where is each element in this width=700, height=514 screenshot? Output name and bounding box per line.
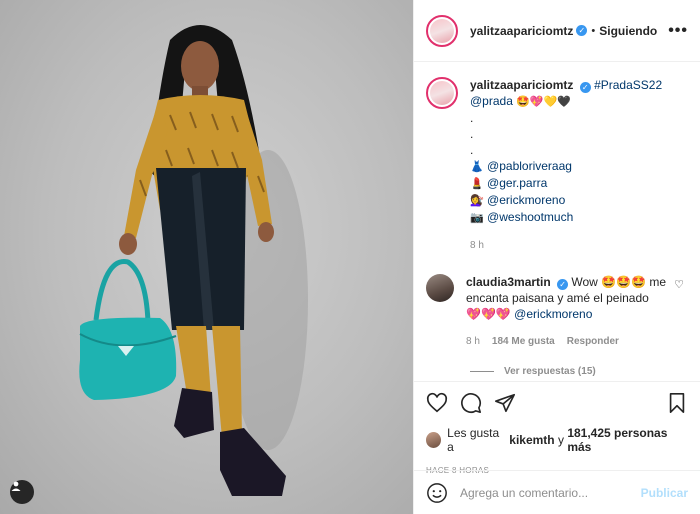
liker-avatar <box>426 432 442 448</box>
post-side-panel: yalitzaapariciomtz ✓ • Siguiendo ••• yal… <box>413 0 700 514</box>
liker-username[interactable]: kikemth <box>509 433 554 447</box>
caption-hashtag[interactable]: #PradaSS22 <box>594 78 662 92</box>
comment-likes[interactable]: 184 Me gusta <box>492 334 555 350</box>
haircut-icon: 💇‍♀️ <box>470 195 484 207</box>
post-image-illustration <box>79 25 308 496</box>
comment-text-a: Wow 🤩🤩🤩 <box>571 275 646 289</box>
credit-mention[interactable]: @pabloriveraag <box>487 159 572 173</box>
credit-mention[interactable]: @ger.parra <box>487 176 547 190</box>
commenter-username[interactable]: claudia3martin <box>466 275 551 289</box>
credit-row: 💄 @ger.parra <box>470 175 662 192</box>
post-header: yalitzaapariciomtz ✓ • Siguiendo ••• <box>414 0 700 62</box>
replies-divider <box>470 371 494 372</box>
post-caption: yalitzaapariciomtz ✓ #PradaSS22 @prada 🤩… <box>426 77 688 254</box>
comment-icon[interactable] <box>460 392 482 414</box>
likes-count[interactable]: 181,425 personas más <box>567 426 688 454</box>
person-icon <box>11 481 21 491</box>
likes-prefix: Les gusta a <box>447 426 500 454</box>
comment-timestamp[interactable]: 8 h <box>466 334 480 350</box>
following-button[interactable]: Siguiendo <box>599 24 657 38</box>
camera-icon: 📷 <box>470 212 484 224</box>
verified-badge-icon: ✓ <box>576 25 588 36</box>
credit-mention[interactable]: @weshootmuch <box>487 210 573 224</box>
comment-input[interactable] <box>460 485 641 500</box>
caption-dot-2: . <box>470 127 474 141</box>
caption-emojis: 🤩💖💛🖤 <box>516 96 572 108</box>
tagged-users-button[interactable] <box>10 480 34 504</box>
caption-dot-3: . <box>470 143 474 157</box>
view-replies-button[interactable]: Ver respuestas (15) <box>470 366 688 377</box>
reply-button[interactable]: Responder <box>567 334 619 350</box>
emoji-icon[interactable] <box>426 482 448 504</box>
credit-row: 💇‍♀️ @erickmoreno <box>470 192 662 209</box>
comment-item: claudia3martin ✓ Wow 🤩🤩🤩 me encanta pais… <box>426 274 688 350</box>
dress-icon: 👗 <box>470 161 484 173</box>
author-username[interactable]: yalitzaapariciomtz <box>470 24 573 38</box>
view-replies-label: Ver respuestas (15) <box>504 366 596 377</box>
verified-badge-icon: ✓ <box>557 279 569 290</box>
likes-middle: y <box>557 433 564 447</box>
likes-summary[interactable]: Les gusta a kikemth y 181,425 personas m… <box>426 426 688 454</box>
credit-mention[interactable]: @erickmoreno <box>487 193 565 207</box>
publish-button[interactable]: Publicar <box>641 486 688 500</box>
comment-meta: 8 h 184 Me gusta Responder <box>466 334 666 350</box>
credit-row: 📷 @weshootmuch <box>470 209 662 226</box>
separator-dot: • <box>591 24 596 37</box>
add-comment-bar: Publicar <box>414 470 700 514</box>
post-photo[interactable] <box>0 0 413 514</box>
action-icons <box>426 390 688 416</box>
share-icon[interactable] <box>494 392 516 414</box>
bookmark-icon[interactable] <box>666 392 688 414</box>
lipstick-icon: 💄 <box>470 178 484 190</box>
commenter-avatar[interactable] <box>426 274 454 302</box>
caption-avatar[interactable] <box>426 77 458 109</box>
post-actions: Les gusta a kikemth y 181,425 personas m… <box>414 381 700 475</box>
more-options-icon[interactable]: ••• <box>668 22 688 40</box>
comment-mention[interactable]: @erickmoreno <box>514 307 592 321</box>
like-comment-heart-icon[interactable]: ♡ <box>674 278 684 291</box>
caption-dot-1: . <box>470 111 474 125</box>
comments-list[interactable]: yalitzaapariciomtz ✓ #PradaSS22 @prada 🤩… <box>414 63 700 381</box>
verified-badge-icon: ✓ <box>579 82 591 93</box>
caption-timestamp[interactable]: 8 h <box>470 238 662 254</box>
heart-icon[interactable] <box>426 392 448 414</box>
caption-username[interactable]: yalitzaapariciomtz <box>470 78 573 92</box>
caption-mention[interactable]: @prada <box>470 94 513 108</box>
author-avatar[interactable] <box>426 14 458 47</box>
credit-row: 👗 @pabloriveraag <box>470 158 662 175</box>
